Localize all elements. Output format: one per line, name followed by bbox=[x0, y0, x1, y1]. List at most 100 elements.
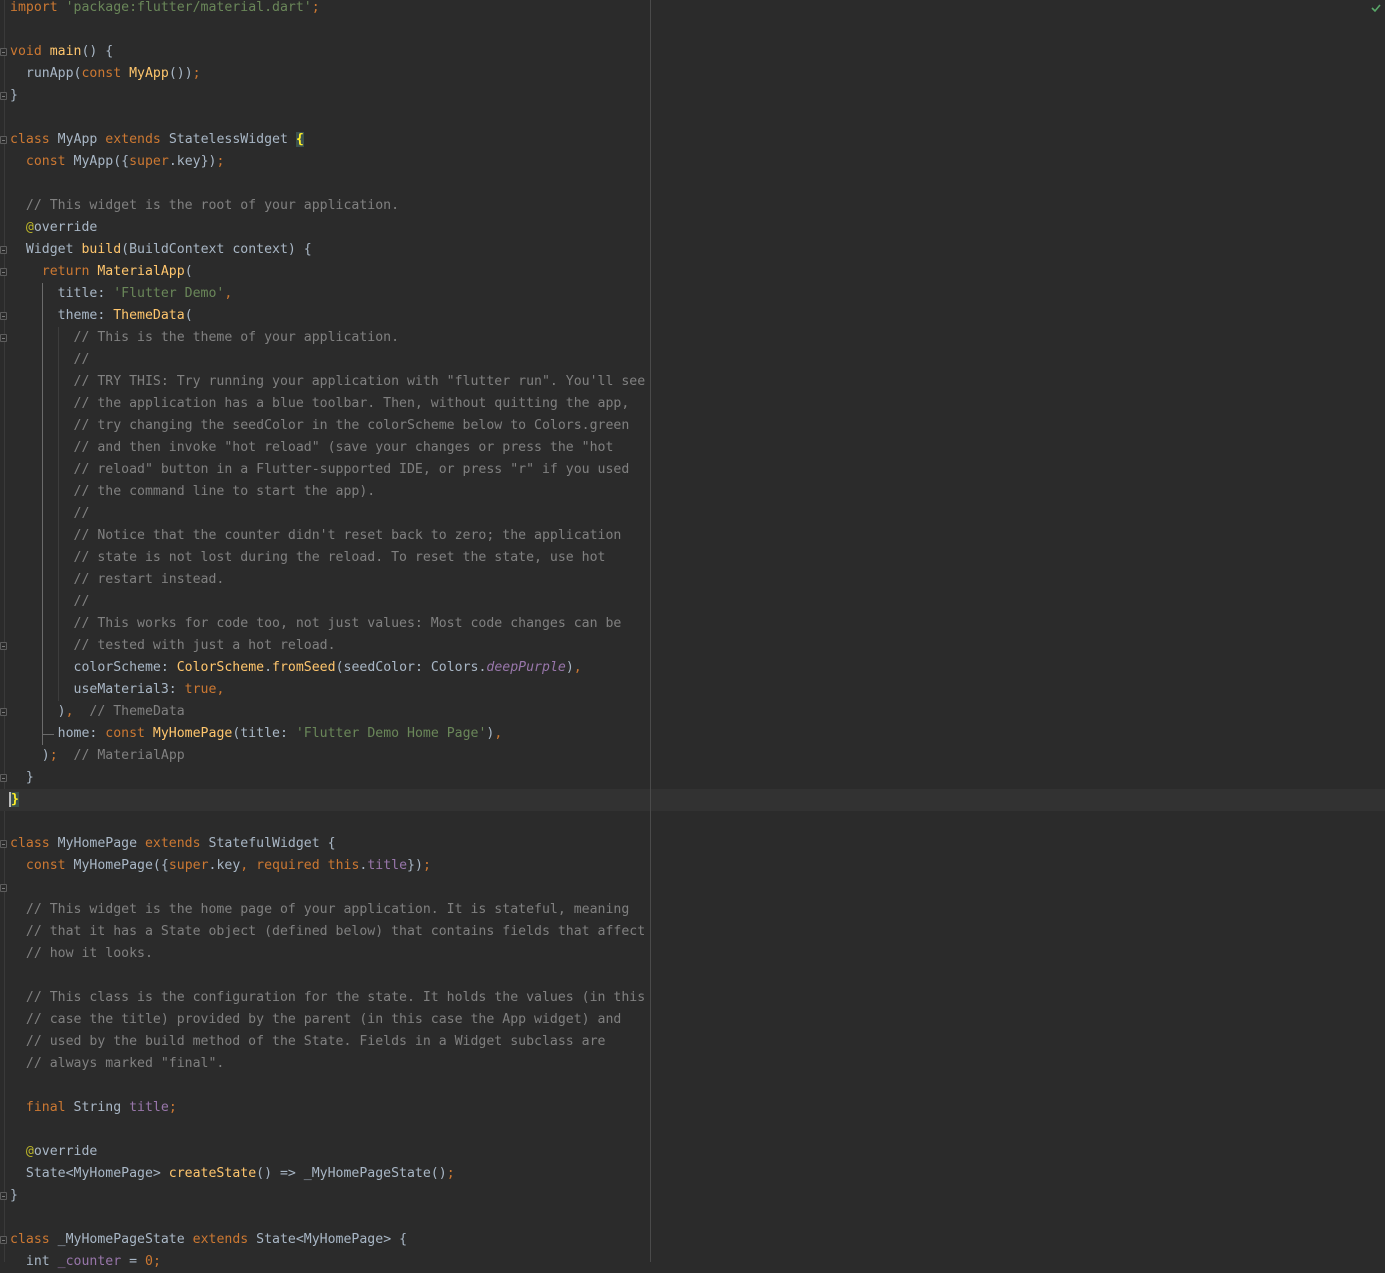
fold-marker-icon[interactable] bbox=[0, 884, 7, 892]
code-line[interactable]: // bbox=[0, 349, 1385, 371]
code-line[interactable] bbox=[0, 173, 1385, 195]
fold-marker-icon[interactable] bbox=[0, 840, 7, 848]
code-line[interactable]: theme: ThemeData( bbox=[0, 305, 1385, 327]
code-line[interactable] bbox=[0, 1119, 1385, 1141]
code-line[interactable]: // This widget is the root of your appli… bbox=[0, 195, 1385, 217]
code-text: ), // ThemeData bbox=[10, 701, 185, 723]
code-line[interactable]: runApp(const MyApp()); bbox=[0, 63, 1385, 85]
code-line[interactable]: title: 'Flutter Demo', bbox=[0, 283, 1385, 305]
code-token: import bbox=[10, 0, 66, 15]
code-line[interactable]: // the command line to start the app). bbox=[0, 481, 1385, 503]
code-line[interactable]: } bbox=[0, 85, 1385, 107]
code-line[interactable]: // try changing the seedColor in the col… bbox=[0, 415, 1385, 437]
code-token: class bbox=[10, 836, 58, 851]
code-token: // how it looks. bbox=[10, 946, 153, 961]
code-line[interactable] bbox=[0, 107, 1385, 129]
code-line[interactable]: // and then invoke "hot reload" (save yo… bbox=[0, 437, 1385, 459]
code-line[interactable]: Widget build(BuildContext context) { bbox=[0, 239, 1385, 261]
code-lines[interactable]: import 'package:flutter/material.dart'; v… bbox=[0, 0, 1385, 1273]
code-token: MyApp bbox=[57, 132, 106, 147]
code-line[interactable]: class _MyHomePageState extends State<MyH… bbox=[0, 1229, 1385, 1251]
check-icon[interactable] bbox=[1371, 3, 1381, 13]
code-line[interactable]: @override bbox=[0, 217, 1385, 239]
code-line[interactable]: // bbox=[0, 503, 1385, 525]
code-text: // tested with just a hot reload. bbox=[10, 635, 336, 657]
code-line[interactable]: // used by the build method of the State… bbox=[0, 1031, 1385, 1053]
code-line[interactable]: // how it looks. bbox=[0, 943, 1385, 965]
code-line[interactable]: final String title; bbox=[0, 1097, 1385, 1119]
code-token: title: bbox=[10, 286, 114, 301]
code-line[interactable]: } bbox=[0, 767, 1385, 789]
code-token: // reload" button in a Flutter-supported… bbox=[10, 462, 630, 477]
fold-marker-icon[interactable] bbox=[0, 774, 7, 782]
code-line[interactable]: @override bbox=[0, 1141, 1385, 1163]
code-token: ; bbox=[446, 1166, 455, 1181]
code-line[interactable]: class MyApp extends StatelessWidget { bbox=[0, 129, 1385, 151]
fold-marker-icon[interactable] bbox=[0, 334, 7, 342]
code-line[interactable]: // state is not lost during the reload. … bbox=[0, 547, 1385, 569]
code-line[interactable]: // tested with just a hot reload. bbox=[0, 635, 1385, 657]
code-token: ColorScheme bbox=[176, 660, 265, 675]
fold-marker-icon[interactable] bbox=[0, 312, 7, 320]
code-line[interactable]: // that it has a State object (defined b… bbox=[0, 921, 1385, 943]
code-token: const bbox=[105, 726, 153, 741]
code-token: MyApp bbox=[129, 66, 169, 81]
code-line[interactable]: } bbox=[0, 789, 1385, 811]
code-line[interactable]: // This works for code too, not just val… bbox=[0, 613, 1385, 635]
fold-marker-icon[interactable] bbox=[0, 246, 7, 254]
code-line[interactable]: State<MyHomePage> createState() => _MyHo… bbox=[0, 1163, 1385, 1185]
code-line[interactable]: // This class is the configuration for t… bbox=[0, 987, 1385, 1009]
code-line[interactable]: } bbox=[0, 1185, 1385, 1207]
code-line[interactable]: // bbox=[0, 591, 1385, 613]
code-line[interactable] bbox=[0, 1207, 1385, 1229]
code-text: // state is not lost during the reload. … bbox=[10, 547, 606, 569]
code-line[interactable] bbox=[0, 965, 1385, 987]
code-token: // bbox=[10, 352, 90, 367]
code-line[interactable]: // This widget is the home page of your … bbox=[0, 899, 1385, 921]
code-token: } bbox=[10, 88, 18, 103]
code-text: import 'package:flutter/material.dart'; bbox=[10, 0, 320, 19]
code-text: } bbox=[10, 1185, 18, 1207]
code-line[interactable]: // always marked "final". bbox=[0, 1053, 1385, 1075]
code-line[interactable]: // restart instead. bbox=[0, 569, 1385, 591]
code-token: // This widget is the home page of your … bbox=[10, 902, 630, 917]
code-line[interactable]: import 'package:flutter/material.dart'; bbox=[0, 0, 1385, 19]
fold-marker-icon[interactable] bbox=[0, 642, 7, 650]
code-line[interactable]: ); // MaterialApp bbox=[0, 745, 1385, 767]
code-line[interactable]: int _counter = 0; bbox=[0, 1251, 1385, 1273]
code-token: , bbox=[224, 286, 233, 301]
code-line[interactable] bbox=[0, 811, 1385, 833]
code-line[interactable]: useMaterial3: true, bbox=[0, 679, 1385, 701]
code-editor[interactable]: import 'package:flutter/material.dart'; v… bbox=[0, 0, 1385, 1269]
code-line[interactable] bbox=[0, 19, 1385, 41]
code-line[interactable]: colorScheme: ColorScheme.fromSeed(seedCo… bbox=[0, 657, 1385, 679]
fold-marker-icon[interactable] bbox=[0, 48, 7, 56]
fold-marker-icon[interactable] bbox=[0, 708, 7, 716]
code-token: // Notice that the counter didn't reset … bbox=[10, 528, 622, 543]
code-token: home: bbox=[10, 726, 106, 741]
code-line[interactable]: const MyApp({super.key}); bbox=[0, 151, 1385, 173]
code-text: void main() { bbox=[10, 41, 113, 63]
fold-marker-icon[interactable] bbox=[0, 136, 7, 144]
fold-marker-icon[interactable] bbox=[0, 1192, 7, 1200]
fold-marker-icon[interactable] bbox=[0, 1236, 7, 1244]
code-line[interactable]: // case the title) provided by the paren… bbox=[0, 1009, 1385, 1031]
code-line[interactable]: home: const MyHomePage(title: 'Flutter D… bbox=[0, 723, 1385, 745]
code-line[interactable]: ), // ThemeData bbox=[0, 701, 1385, 723]
code-line[interactable] bbox=[0, 1075, 1385, 1097]
code-token: (seedColor: Colors. bbox=[335, 660, 487, 675]
code-line[interactable]: // TRY THIS: Try running your applicatio… bbox=[0, 371, 1385, 393]
fold-marker-icon[interactable] bbox=[0, 268, 7, 276]
code-line[interactable] bbox=[0, 877, 1385, 899]
code-line[interactable]: // Notice that the counter didn't reset … bbox=[0, 525, 1385, 547]
code-line[interactable]: class MyHomePage extends StatefulWidget … bbox=[0, 833, 1385, 855]
code-line[interactable]: void main() { bbox=[0, 41, 1385, 63]
code-line[interactable]: return MaterialApp( bbox=[0, 261, 1385, 283]
code-line[interactable]: // This is the theme of your application… bbox=[0, 327, 1385, 349]
code-line[interactable]: const MyHomePage({super.key, required th… bbox=[0, 855, 1385, 877]
code-line[interactable]: // the application has a blue toolbar. T… bbox=[0, 393, 1385, 415]
code-line[interactable]: // reload" button in a Flutter-supported… bbox=[0, 459, 1385, 481]
code-token: extends bbox=[105, 132, 169, 147]
fold-marker-icon[interactable] bbox=[0, 92, 7, 100]
